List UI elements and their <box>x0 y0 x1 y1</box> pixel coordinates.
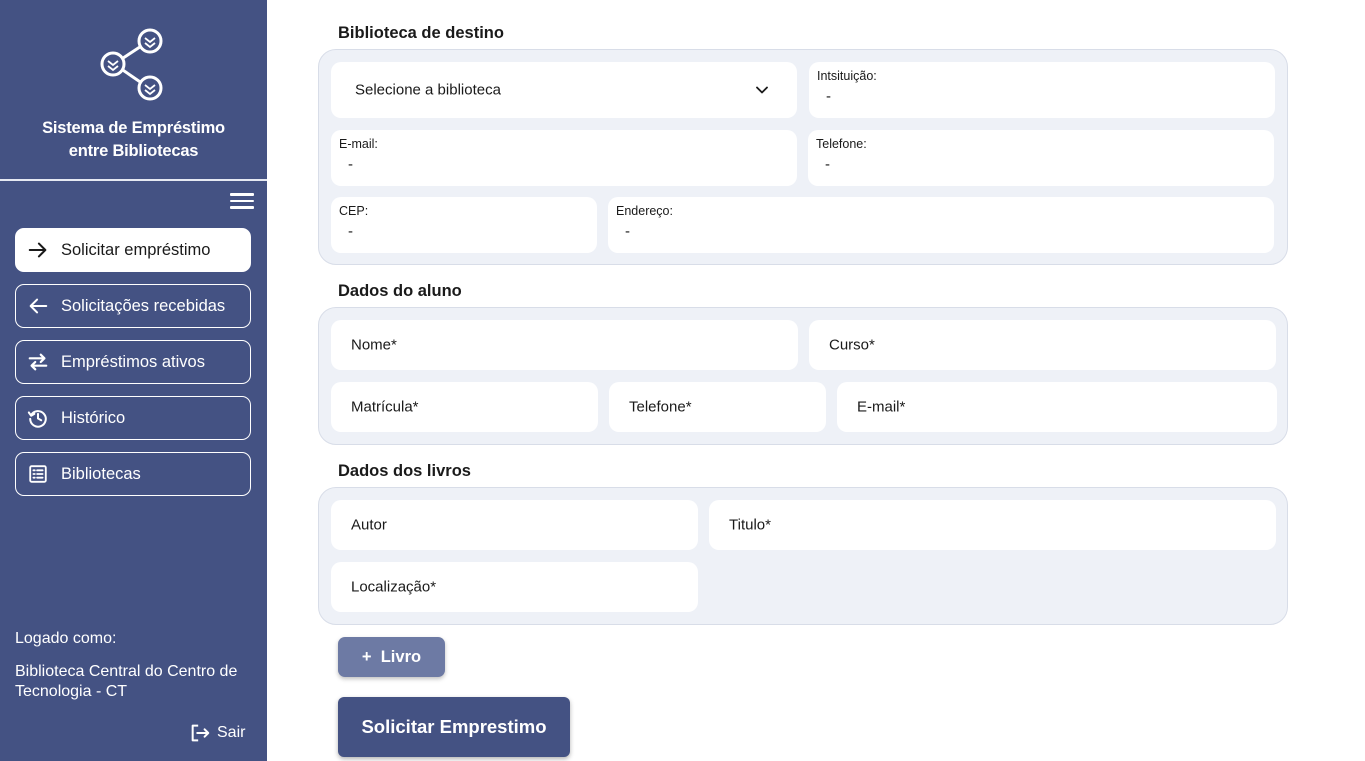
student-email-placeholder: E-mail* <box>857 398 906 416</box>
arrow-left-icon <box>26 294 50 318</box>
sidebar-item-label: Empréstimos ativos <box>61 352 205 371</box>
chevron-down-icon <box>756 86 768 94</box>
institution-field: Intsituição: - <box>809 62 1275 118</box>
student-name-placeholder: Nome* <box>351 336 397 354</box>
logout-button[interactable]: Sair <box>189 722 245 744</box>
cep-label: CEP: <box>339 204 369 218</box>
email-label: E-mail: <box>339 137 378 151</box>
student-name-input[interactable]: Nome* <box>331 320 798 370</box>
app-title-line2: entre Bibliotecas <box>68 142 199 160</box>
book-title-placeholder: Titulo* <box>729 516 771 534</box>
app-title-line1: Sistema de Empréstimo <box>42 119 225 137</box>
library-select[interactable]: Selecione a biblioteca <box>331 62 797 118</box>
sidebar-item-solicitacoes-recebidas[interactable]: Solicitações recebidas <box>15 284 251 328</box>
book-author-placeholder: Autor <box>351 516 387 534</box>
arrow-right-icon <box>26 238 50 262</box>
sidebar-nav: Solicitar empréstimo Solicitações recebi… <box>15 228 251 508</box>
student-registration-input[interactable]: Matrícula* <box>331 382 598 432</box>
library-select-placeholder: Selecione a biblioteca <box>355 81 501 99</box>
book-location-placeholder: Localização* <box>351 578 437 596</box>
book-location-input[interactable]: Localização* <box>331 562 698 612</box>
sidebar-item-historico[interactable]: Histórico <box>15 396 251 440</box>
student-course-input[interactable]: Curso* <box>809 320 1276 370</box>
student-registration-placeholder: Matrícula* <box>351 398 419 416</box>
destination-email-field: E-mail: - <box>331 130 797 186</box>
sidebar-item-label: Bibliotecas <box>61 464 141 483</box>
share-network-logo-icon <box>100 28 163 101</box>
logout-label: Sair <box>217 724 246 741</box>
student-email-input[interactable]: E-mail* <box>837 382 1277 432</box>
hamburger-menu-icon[interactable] <box>230 193 254 211</box>
address-value: - <box>625 223 630 240</box>
book-title-input[interactable]: Titulo* <box>709 500 1276 550</box>
sidebar-item-bibliotecas[interactable]: Bibliotecas <box>15 452 251 496</box>
address-field: Endereço: - <box>608 197 1274 253</box>
logout-icon <box>191 724 210 742</box>
sidebar-item-label: Solicitar empréstimo <box>61 240 211 259</box>
sidebar-item-solicitar-emprestimo[interactable]: Solicitar empréstimo <box>15 228 251 272</box>
institution-label: Intsituição: <box>817 69 877 83</box>
email-value: - <box>348 156 353 173</box>
institution-value: - <box>826 88 831 105</box>
student-phone-placeholder: Telefone* <box>629 398 692 416</box>
destination-phone-field: Telefone: - <box>808 130 1274 186</box>
add-book-button[interactable]: + Livro <box>338 637 445 677</box>
student-phone-input[interactable]: Telefone* <box>609 382 826 432</box>
destination-section-title: Biblioteca de destino <box>338 24 504 42</box>
address-label: Endereço: <box>616 204 673 218</box>
swap-arrows-icon <box>26 350 50 374</box>
sidebar: Sistema de Empréstimo entre Bibliotecas … <box>0 0 267 761</box>
history-icon <box>26 406 50 430</box>
submit-loan-request-button[interactable]: Solicitar Emprestimo <box>338 697 570 757</box>
cep-field: CEP: - <box>331 197 597 253</box>
app-title: Sistema de Empréstimo entre Bibliotecas <box>0 117 267 163</box>
cep-value: - <box>348 223 353 240</box>
phone-value: - <box>825 156 830 173</box>
books-section-title: Dados dos livros <box>338 462 471 480</box>
logged-library-name: Biblioteca Central do Centro de Tecnolog… <box>15 663 238 700</box>
book-author-input[interactable]: Autor <box>331 500 698 550</box>
books-panel: Autor Titulo* Localização* <box>318 487 1288 625</box>
student-panel: Nome* Curso* Matrícula* Telefone* E-mail… <box>318 307 1288 445</box>
sidebar-item-label: Histórico <box>61 408 126 427</box>
phone-label: Telefone: <box>816 137 867 151</box>
list-icon <box>26 462 50 486</box>
sidebar-item-label: Solicitações recebidas <box>61 296 226 315</box>
destination-panel: Selecione a biblioteca Intsituição: - E-… <box>318 49 1288 265</box>
sidebar-item-emprestimos-ativos[interactable]: Empréstimos ativos <box>15 340 251 384</box>
student-section-title: Dados do aluno <box>338 282 462 300</box>
sidebar-divider <box>0 179 267 181</box>
logged-as-label: Logado como: <box>15 630 117 647</box>
student-course-placeholder: Curso* <box>829 336 875 354</box>
